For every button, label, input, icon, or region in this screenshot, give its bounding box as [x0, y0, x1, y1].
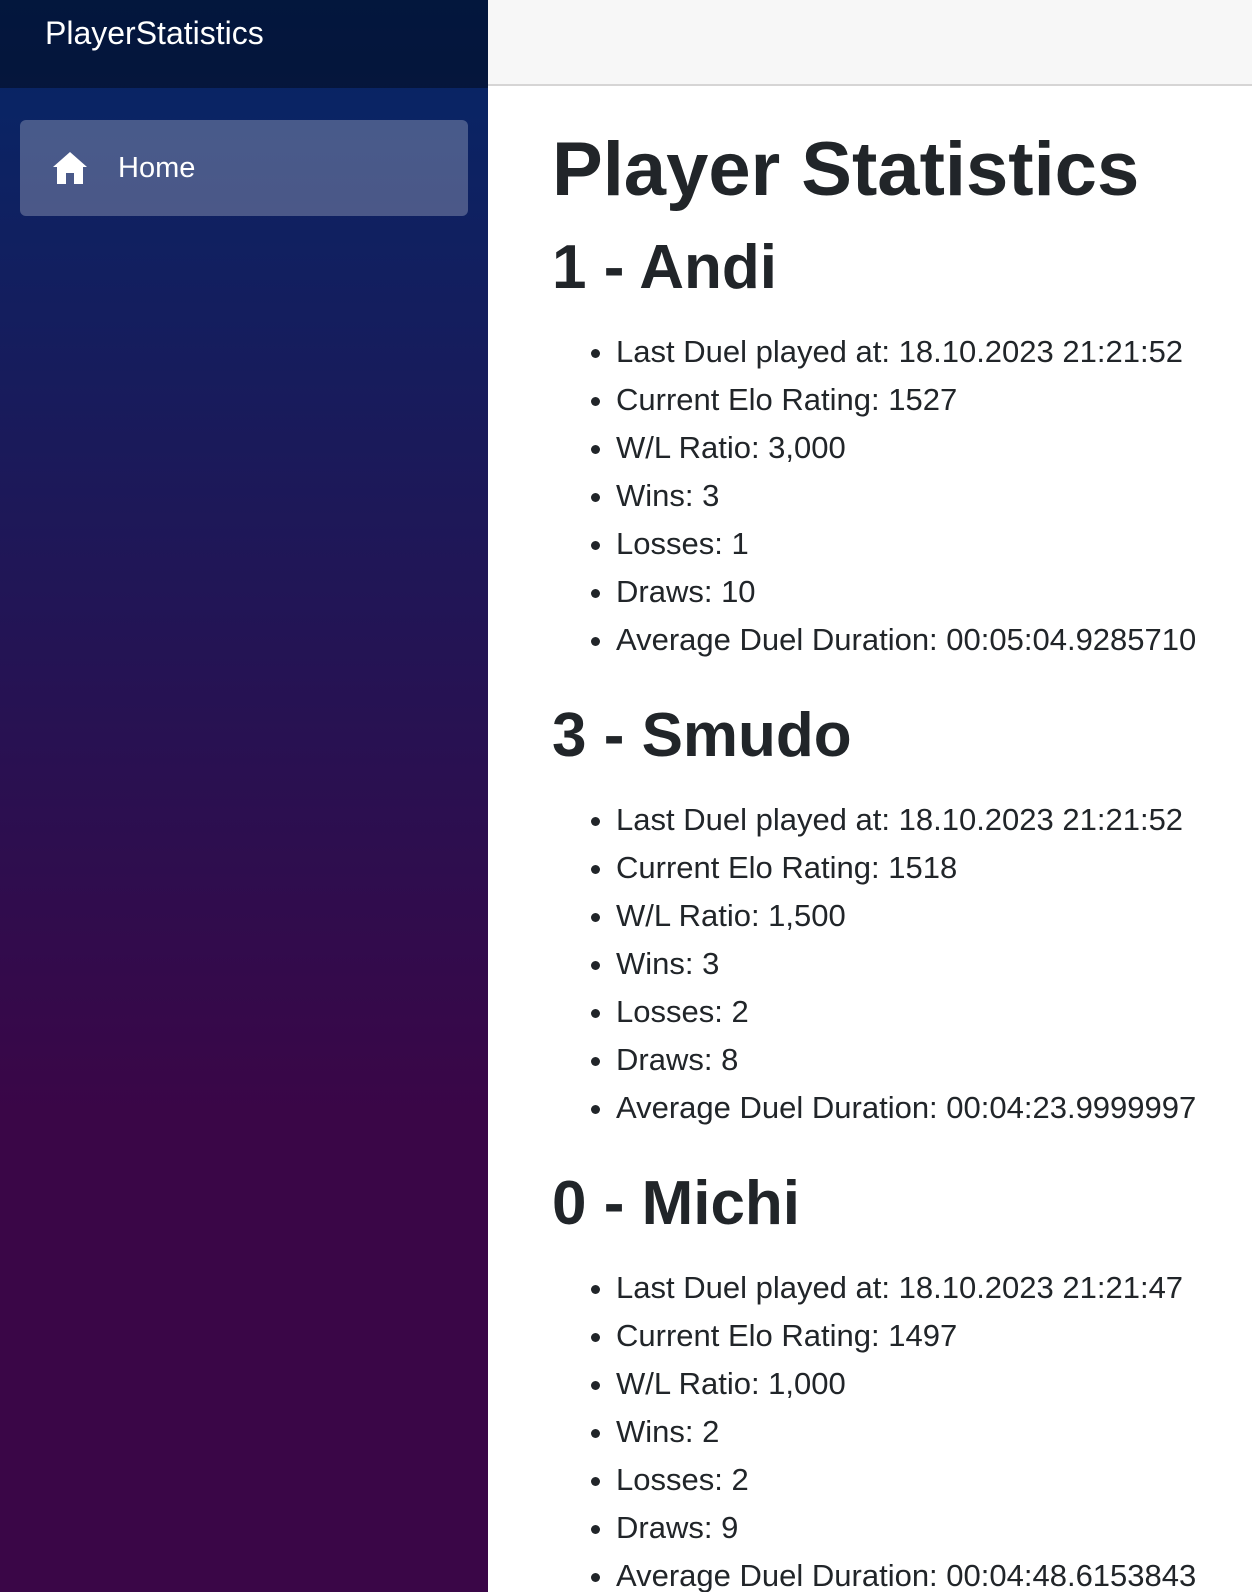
stat-draws: Draws: 8 — [616, 1036, 1252, 1084]
stat-wins: Wins: 3 — [616, 940, 1252, 988]
stat-losses: Losses: 2 — [616, 1456, 1252, 1504]
page-title: Player Statistics — [552, 127, 1140, 212]
stat-wins: Wins: 3 — [616, 472, 1252, 520]
stat-wl-ratio: W/L Ratio: 1,000 — [616, 1360, 1252, 1408]
home-icon — [52, 151, 88, 185]
sidebar: PlayerStatistics Home — [0, 0, 488, 1592]
stat-elo-rating: Current Elo Rating: 1527 — [616, 376, 1252, 424]
stat-avg-duration: Average Duel Duration: 00:04:48.6153843 — [616, 1552, 1252, 1592]
main-content: Player Statistics 1 - Andi Last Duel pla… — [488, 0, 1252, 1592]
app-page: PlayerStatistics Home Player Statistics … — [0, 0, 1252, 1592]
player-heading: 3 - Smudo — [552, 700, 852, 770]
stat-avg-duration: Average Duel Duration: 00:05:04.9285710 — [616, 616, 1252, 664]
stat-avg-duration: Average Duel Duration: 00:04:23.9999997 — [616, 1084, 1252, 1132]
player-heading: 0 - Michi — [552, 1168, 801, 1238]
stat-last-duel: Last Duel played at: 18.10.2023 21:21:47 — [616, 1264, 1252, 1312]
nav-item-label: Home — [118, 151, 196, 184]
stat-wl-ratio: W/L Ratio: 1,500 — [616, 892, 1252, 940]
player-stats-list: Last Duel played at: 18.10.2023 21:21:52… — [552, 796, 1252, 1132]
stat-wins: Wins: 2 — [616, 1408, 1252, 1456]
player-heading: 1 - Andi — [552, 232, 778, 302]
stat-last-duel: Last Duel played at: 18.10.2023 21:21:52 — [616, 328, 1252, 376]
stat-draws: Draws: 10 — [616, 568, 1252, 616]
stat-last-duel: Last Duel played at: 18.10.2023 21:21:52 — [616, 796, 1252, 844]
stat-elo-rating: Current Elo Rating: 1497 — [616, 1312, 1252, 1360]
stat-wl-ratio: W/L Ratio: 3,000 — [616, 424, 1252, 472]
stat-losses: Losses: 1 — [616, 520, 1252, 568]
sidebar-header: PlayerStatistics — [0, 0, 488, 88]
stat-elo-rating: Current Elo Rating: 1518 — [616, 844, 1252, 892]
player-section: 0 - Michi Last Duel played at: 18.10.202… — [552, 1168, 1252, 1592]
brand-link[interactable]: PlayerStatistics — [45, 15, 264, 52]
stat-draws: Draws: 9 — [616, 1504, 1252, 1552]
top-row — [488, 0, 1252, 86]
player-section: 3 - Smudo Last Duel played at: 18.10.202… — [552, 700, 1252, 1132]
player-stats-list: Last Duel played at: 18.10.2023 21:21:52… — [552, 328, 1252, 664]
player-section: 1 - Andi Last Duel played at: 18.10.2023… — [552, 232, 1252, 664]
content-area: Player Statistics 1 - Andi Last Duel pla… — [488, 128, 1252, 1592]
stat-losses: Losses: 2 — [616, 988, 1252, 1036]
player-stats-list: Last Duel played at: 18.10.2023 21:21:47… — [552, 1264, 1252, 1592]
nav-item-home[interactable]: Home — [20, 120, 468, 216]
nav-menu: Home — [0, 88, 488, 216]
